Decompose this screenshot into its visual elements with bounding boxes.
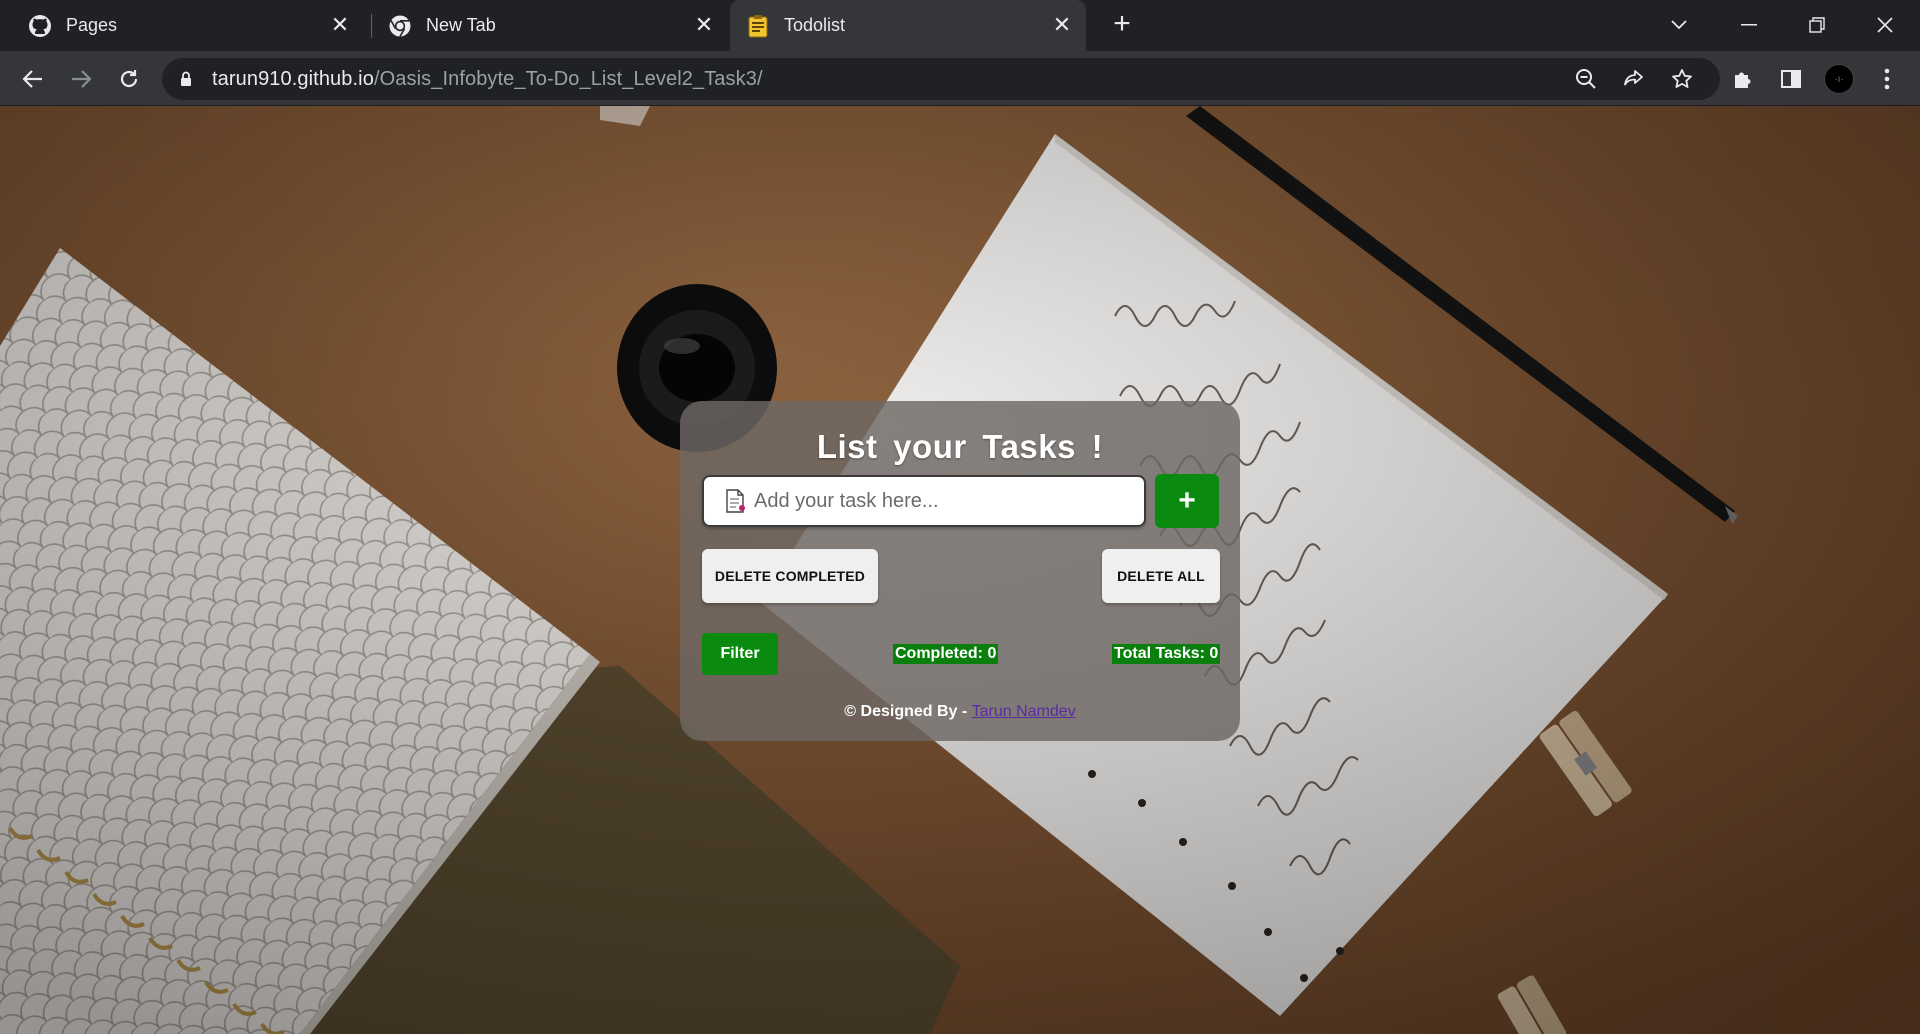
footer-credit: © Designed By - Tarun Namdev: [680, 703, 1240, 721]
zoom-out-icon[interactable]: [1572, 65, 1600, 93]
minimize-button[interactable]: [1734, 10, 1764, 40]
close-icon[interactable]: ✕: [328, 12, 352, 37]
reload-icon: [120, 70, 138, 88]
delete-all-button[interactable]: DELETE ALL: [1102, 549, 1220, 603]
page-viewport: List your Tasks ! + DELETE COMPLETED DEL…: [0, 106, 1920, 1034]
close-icon[interactable]: ✕: [1050, 12, 1074, 37]
profile-avatar[interactable]: ·ı·: [1824, 64, 1854, 94]
url-text: tarun910.github.io/Oasis_Infobyte_To-Do_…: [212, 68, 763, 91]
chrome-icon: [388, 14, 412, 38]
tab-pages[interactable]: Pages ✕: [14, 0, 364, 51]
completed-count: Completed: 0: [893, 644, 999, 664]
browser-toolbar: tarun910.github.io/Oasis_Infobyte_To-Do_…: [0, 51, 1920, 106]
new-tab-button[interactable]: +: [1108, 9, 1136, 39]
share-icon[interactable]: [1620, 65, 1648, 93]
close-icon[interactable]: ✕: [692, 12, 716, 37]
url-host: tarun910.github.io: [212, 68, 374, 90]
todolist-icon: [746, 14, 770, 38]
total-tasks-count: Total Tasks: 0: [1112, 644, 1221, 664]
side-panel-icon[interactable]: [1776, 64, 1806, 94]
lock-icon[interactable]: [180, 71, 192, 92]
task-input-container: [702, 475, 1146, 527]
back-button[interactable]: [18, 64, 48, 94]
todo-card: List your Tasks ! + DELETE COMPLETED DEL…: [680, 401, 1240, 741]
add-task-button[interactable]: +: [1155, 474, 1219, 528]
tab-new-tab[interactable]: New Tab ✕: [374, 0, 728, 51]
arrow-right-icon: [72, 70, 92, 88]
forward-button[interactable]: [66, 64, 96, 94]
tab-todolist[interactable]: Todolist ✕: [730, 0, 1086, 51]
task-input[interactable]: [754, 485, 1134, 517]
url-path: /Oasis_Infobyte_To-Do_List_Level2_Task3/: [373, 68, 763, 90]
tab-title: New Tab: [426, 15, 496, 35]
author-link[interactable]: Tarun Namdev: [972, 703, 1076, 720]
extensions-icon[interactable]: [1728, 64, 1758, 94]
arrow-left-icon: [22, 70, 42, 88]
tab-title: Todolist: [784, 15, 846, 35]
delete-completed-button[interactable]: DELETE COMPLETED: [702, 549, 878, 603]
filter-button[interactable]: Filter: [702, 633, 778, 675]
menu-kebab-icon[interactable]: [1872, 64, 1902, 94]
tab-title: Pages: [66, 15, 118, 35]
github-icon: [28, 14, 52, 38]
tab-search-icon[interactable]: [1664, 10, 1694, 40]
tab-separator: [371, 14, 372, 38]
address-bar[interactable]: tarun910.github.io/Oasis_Infobyte_To-Do_…: [162, 58, 1720, 100]
page-title: List your Tasks !: [816, 428, 1104, 465]
credit-prefix: © Designed By -: [844, 703, 972, 720]
restore-button[interactable]: [1802, 10, 1832, 40]
bookmark-star-icon[interactable]: [1668, 65, 1696, 93]
close-window-button[interactable]: [1870, 10, 1900, 40]
tab-strip: Pages ✕ New Tab ✕ Todolist ✕ +: [0, 0, 1920, 51]
note-icon: [724, 489, 746, 518]
reload-button[interactable]: [114, 64, 144, 94]
